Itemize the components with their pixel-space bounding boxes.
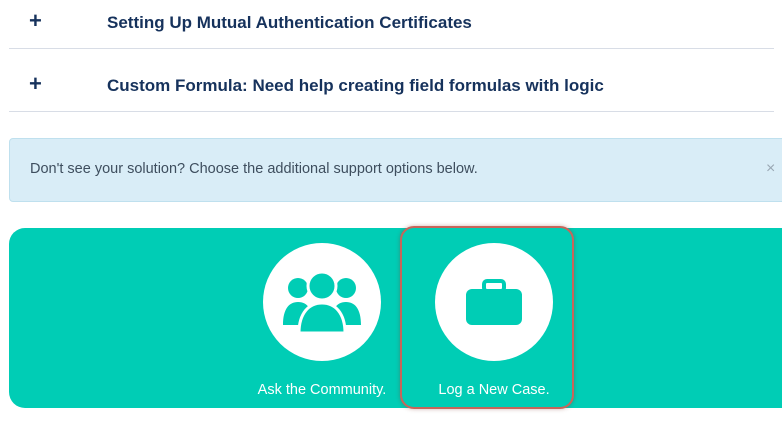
expand-plus-icon[interactable]: + bbox=[29, 10, 42, 32]
close-icon[interactable]: × bbox=[766, 160, 775, 178]
log-new-case-label[interactable]: Log a New Case. bbox=[429, 380, 559, 401]
support-options-panel: Ask the Community. Log a New Case. bbox=[9, 228, 782, 408]
log-new-case-option[interactable]: Log a New Case. bbox=[429, 243, 559, 401]
expand-plus-icon[interactable]: + bbox=[29, 73, 42, 95]
info-notice: Don't see your solution? Choose the addi… bbox=[9, 138, 782, 202]
notice-message: Don't see your solution? Choose the addi… bbox=[30, 161, 478, 177]
ask-community-option[interactable]: Ask the Community. bbox=[257, 243, 387, 401]
faq-item: + Custom Formula: Need help creating fie… bbox=[9, 49, 774, 112]
faq-item-title[interactable]: Custom Formula: Need help creating field… bbox=[107, 76, 604, 96]
log-new-case-button[interactable] bbox=[435, 243, 553, 361]
ask-community-button[interactable] bbox=[263, 243, 381, 361]
faq-item: + Setting Up Mutual Authentication Certi… bbox=[9, 0, 774, 49]
briefcase-icon bbox=[466, 279, 522, 325]
faq-item-title[interactable]: Setting Up Mutual Authentication Certifi… bbox=[107, 13, 472, 33]
community-icon bbox=[283, 270, 361, 335]
ask-community-label[interactable]: Ask the Community. bbox=[257, 380, 387, 401]
